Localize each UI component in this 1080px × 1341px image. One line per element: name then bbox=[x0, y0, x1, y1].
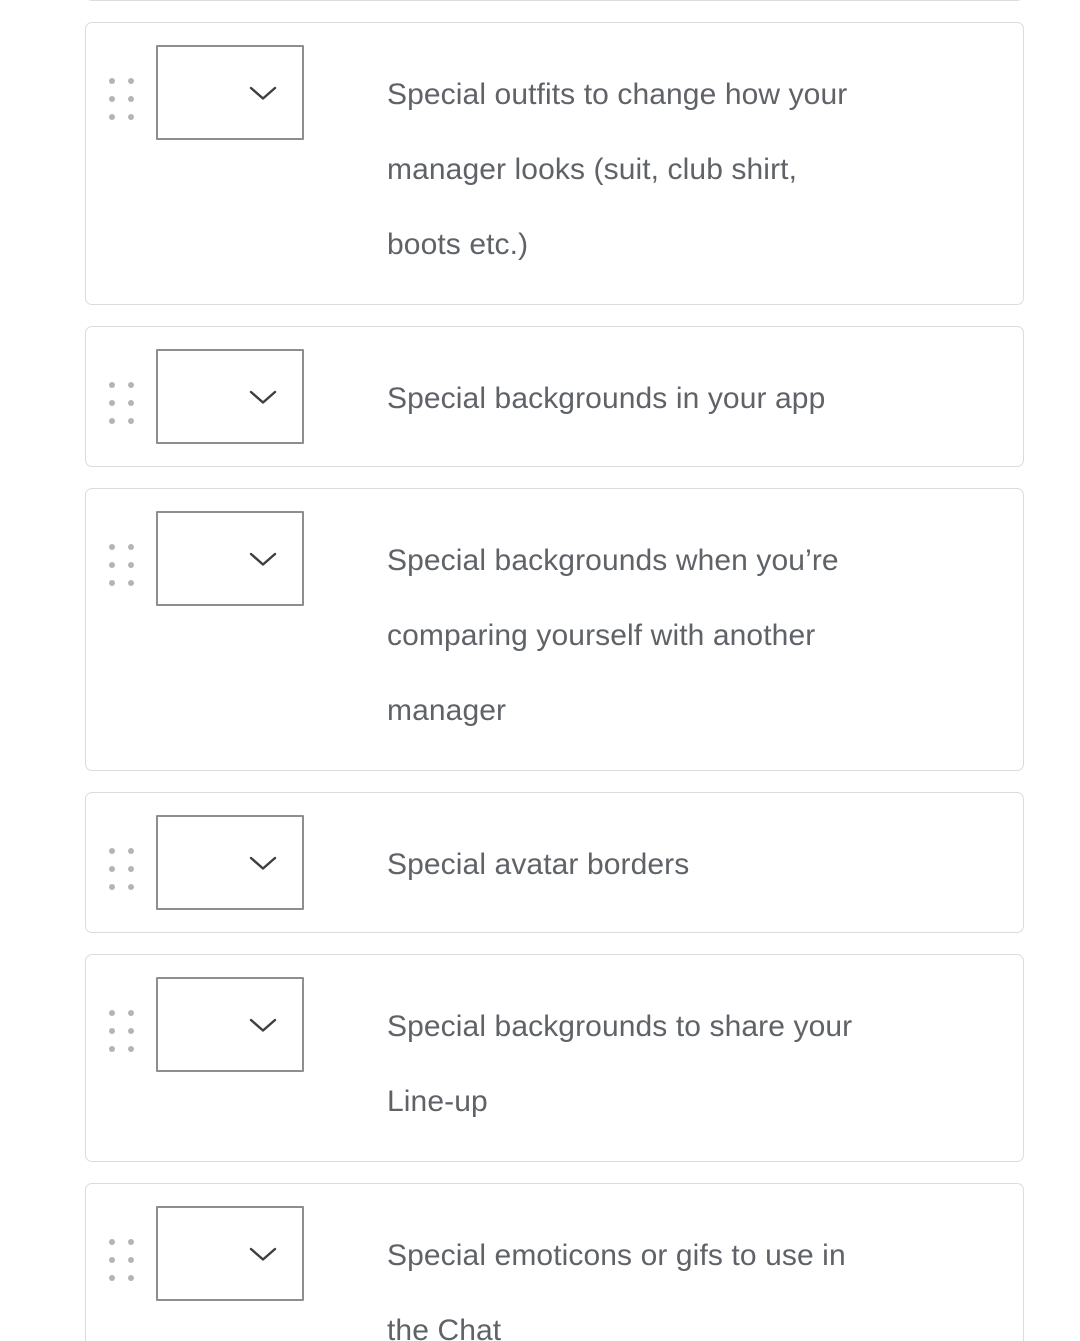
drag-handle-icon bbox=[108, 1239, 134, 1281]
chevron-down-icon bbox=[248, 388, 278, 406]
reorderable-preference-list: Special outfits to change how your manag… bbox=[85, 0, 1024, 1341]
drag-handle-1[interactable] bbox=[86, 45, 156, 120]
list-item-0[interactable] bbox=[85, 0, 1024, 1]
drag-handle-3[interactable] bbox=[86, 511, 156, 586]
chevron-down-icon bbox=[248, 1245, 278, 1263]
list-item-label-6: Special emoticons or gifs to use in the … bbox=[387, 1239, 846, 1341]
list-item-label-2: Special backgrounds in your app bbox=[387, 382, 826, 415]
list-item-3[interactable]: Special backgrounds when you’re comparin… bbox=[85, 488, 1024, 771]
chevron-down-icon bbox=[248, 550, 278, 568]
rank-select-3[interactable] bbox=[156, 511, 304, 606]
list-item-5[interactable]: Special backgrounds to share your Line-u… bbox=[85, 954, 1024, 1162]
drag-handle-icon bbox=[108, 382, 134, 424]
drag-handle-5[interactable] bbox=[86, 977, 156, 1052]
list-item-2[interactable]: Special backgrounds in your app bbox=[85, 326, 1024, 467]
list-item-label-5: Special backgrounds to share your Line-u… bbox=[387, 1010, 853, 1118]
rank-select-1[interactable] bbox=[156, 45, 304, 140]
rank-select-5[interactable] bbox=[156, 977, 304, 1072]
list-item-label-1: Special outfits to change how your manag… bbox=[387, 78, 848, 261]
rank-select-4[interactable] bbox=[156, 815, 304, 910]
drag-handle-6[interactable] bbox=[86, 1206, 156, 1281]
drag-handle-icon bbox=[108, 78, 134, 120]
drag-handle-icon bbox=[108, 1010, 134, 1052]
list-item-4[interactable]: Special avatar borders bbox=[85, 792, 1024, 933]
drag-handle-icon bbox=[108, 544, 134, 586]
rank-select-6[interactable] bbox=[156, 1206, 304, 1301]
list-item-1[interactable]: Special outfits to change how your manag… bbox=[85, 22, 1024, 305]
rank-select-2[interactable] bbox=[156, 349, 304, 444]
drag-handle-2[interactable] bbox=[86, 349, 156, 424]
list-item-6[interactable]: Special emoticons or gifs to use in the … bbox=[85, 1183, 1024, 1341]
page-root: Special outfits to change how your manag… bbox=[0, 0, 1080, 1341]
list-item-label-4: Special avatar borders bbox=[387, 848, 690, 881]
chevron-down-icon bbox=[248, 1016, 278, 1034]
drag-handle-4[interactable] bbox=[86, 815, 156, 890]
chevron-down-icon bbox=[248, 854, 278, 872]
chevron-down-icon bbox=[248, 84, 278, 102]
list-item-label-3: Special backgrounds when you’re comparin… bbox=[387, 544, 839, 727]
drag-handle-icon bbox=[108, 848, 134, 890]
